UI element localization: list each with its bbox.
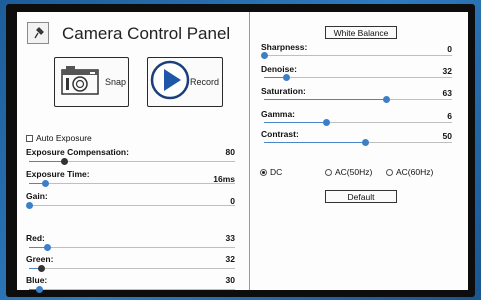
camera-icon <box>61 65 99 100</box>
slider-track[interactable] <box>29 265 235 272</box>
radio-ac50-label: AC(50Hz) <box>335 167 373 177</box>
slider-track[interactable] <box>264 74 452 81</box>
snap-button[interactable]: Snap <box>54 57 129 107</box>
camera-control-window: Camera Control Panel Snap Record Auto Ex… <box>17 12 468 293</box>
slider-track[interactable] <box>260 52 452 59</box>
slider-value: 32 <box>442 66 452 76</box>
radio-dc[interactable]: DC <box>260 167 282 177</box>
slider-track[interactable] <box>29 286 235 293</box>
slider-label: Exposure Compensation: <box>26 147 129 157</box>
slider-thumb[interactable] <box>35 286 43 293</box>
slider-value: 80 <box>225 147 235 157</box>
slider-track[interactable] <box>29 244 235 251</box>
slider-thumb[interactable] <box>60 158 68 165</box>
radio-ac50[interactable]: AC(50Hz) <box>325 167 372 177</box>
radio-ac60-button[interactable] <box>386 168 393 176</box>
pin-icon <box>27 22 49 44</box>
radio-dc-label: DC <box>270 167 283 177</box>
slider-thumb[interactable] <box>260 52 268 59</box>
left-panel: Camera Control Panel Snap Record Auto Ex… <box>17 12 250 293</box>
slider-label: Gain: <box>26 191 48 201</box>
slider-thumb[interactable] <box>322 119 330 126</box>
slider-fill <box>29 161 65 162</box>
title-row <box>27 22 49 44</box>
right-panel: White Balance Sharpness: 0 Denoise: 32 Satur… <box>250 12 468 290</box>
slider-value: 50 <box>442 131 452 141</box>
slider-label: Contrast: <box>261 129 299 139</box>
slider-fill <box>264 142 366 143</box>
app-title: Camera Control Panel <box>62 24 231 43</box>
slider-label: Exposure Time: <box>26 169 90 179</box>
slider-track[interactable] <box>264 139 452 146</box>
slider-track[interactable] <box>29 180 235 187</box>
radio-ac60[interactable]: AC(60Hz) <box>386 167 433 177</box>
radio-ac50-button[interactable] <box>325 168 332 176</box>
slider-value: 0 <box>447 44 452 54</box>
default-button[interactable]: Default <box>325 190 397 203</box>
play-icon <box>150 60 190 105</box>
auto-exposure-label: Auto Exposure <box>36 133 92 143</box>
snap-button-label: Snap <box>105 77 127 87</box>
slider-value: 6 <box>447 111 452 121</box>
slider-value: 32 <box>225 254 235 264</box>
auto-exposure-toggle[interactable]: Auto Exposure <box>26 133 92 143</box>
slider-fill <box>264 99 387 100</box>
slider-thumb[interactable] <box>41 180 49 187</box>
slider-label: Red: <box>26 233 45 243</box>
auto-exposure-checkbox[interactable] <box>26 134 33 142</box>
white-balance-button[interactable]: White Balance <box>325 26 397 39</box>
slider-thumb[interactable] <box>44 244 52 251</box>
slider-value: 30 <box>225 275 235 285</box>
slider-fill <box>264 122 327 123</box>
slider-label: Saturation: <box>261 86 306 96</box>
slider-track[interactable] <box>264 119 452 126</box>
slider-track[interactable] <box>29 158 235 165</box>
slider-track[interactable] <box>25 202 235 209</box>
slider-thumb[interactable] <box>37 265 45 272</box>
slider-value: 33 <box>225 233 235 243</box>
slider-thumb[interactable] <box>25 202 33 209</box>
slider-label: Gamma: <box>261 109 296 119</box>
slider-value: 63 <box>442 88 452 98</box>
slider-thumb[interactable] <box>283 74 291 81</box>
record-button-label: Record <box>190 77 220 87</box>
slider-label: Blue: <box>26 275 48 285</box>
radio-dc-button[interactable] <box>260 168 267 176</box>
radio-ac60-label: AC(60Hz) <box>396 167 434 177</box>
slider-thumb[interactable] <box>382 96 390 103</box>
record-button[interactable]: Record <box>147 57 223 107</box>
slider-track[interactable] <box>264 96 452 103</box>
slider-thumb[interactable] <box>362 139 370 146</box>
slider-label: Sharpness: <box>261 42 308 52</box>
slider-label: Green: <box>26 254 54 264</box>
slider-label: Denoise: <box>261 64 297 74</box>
